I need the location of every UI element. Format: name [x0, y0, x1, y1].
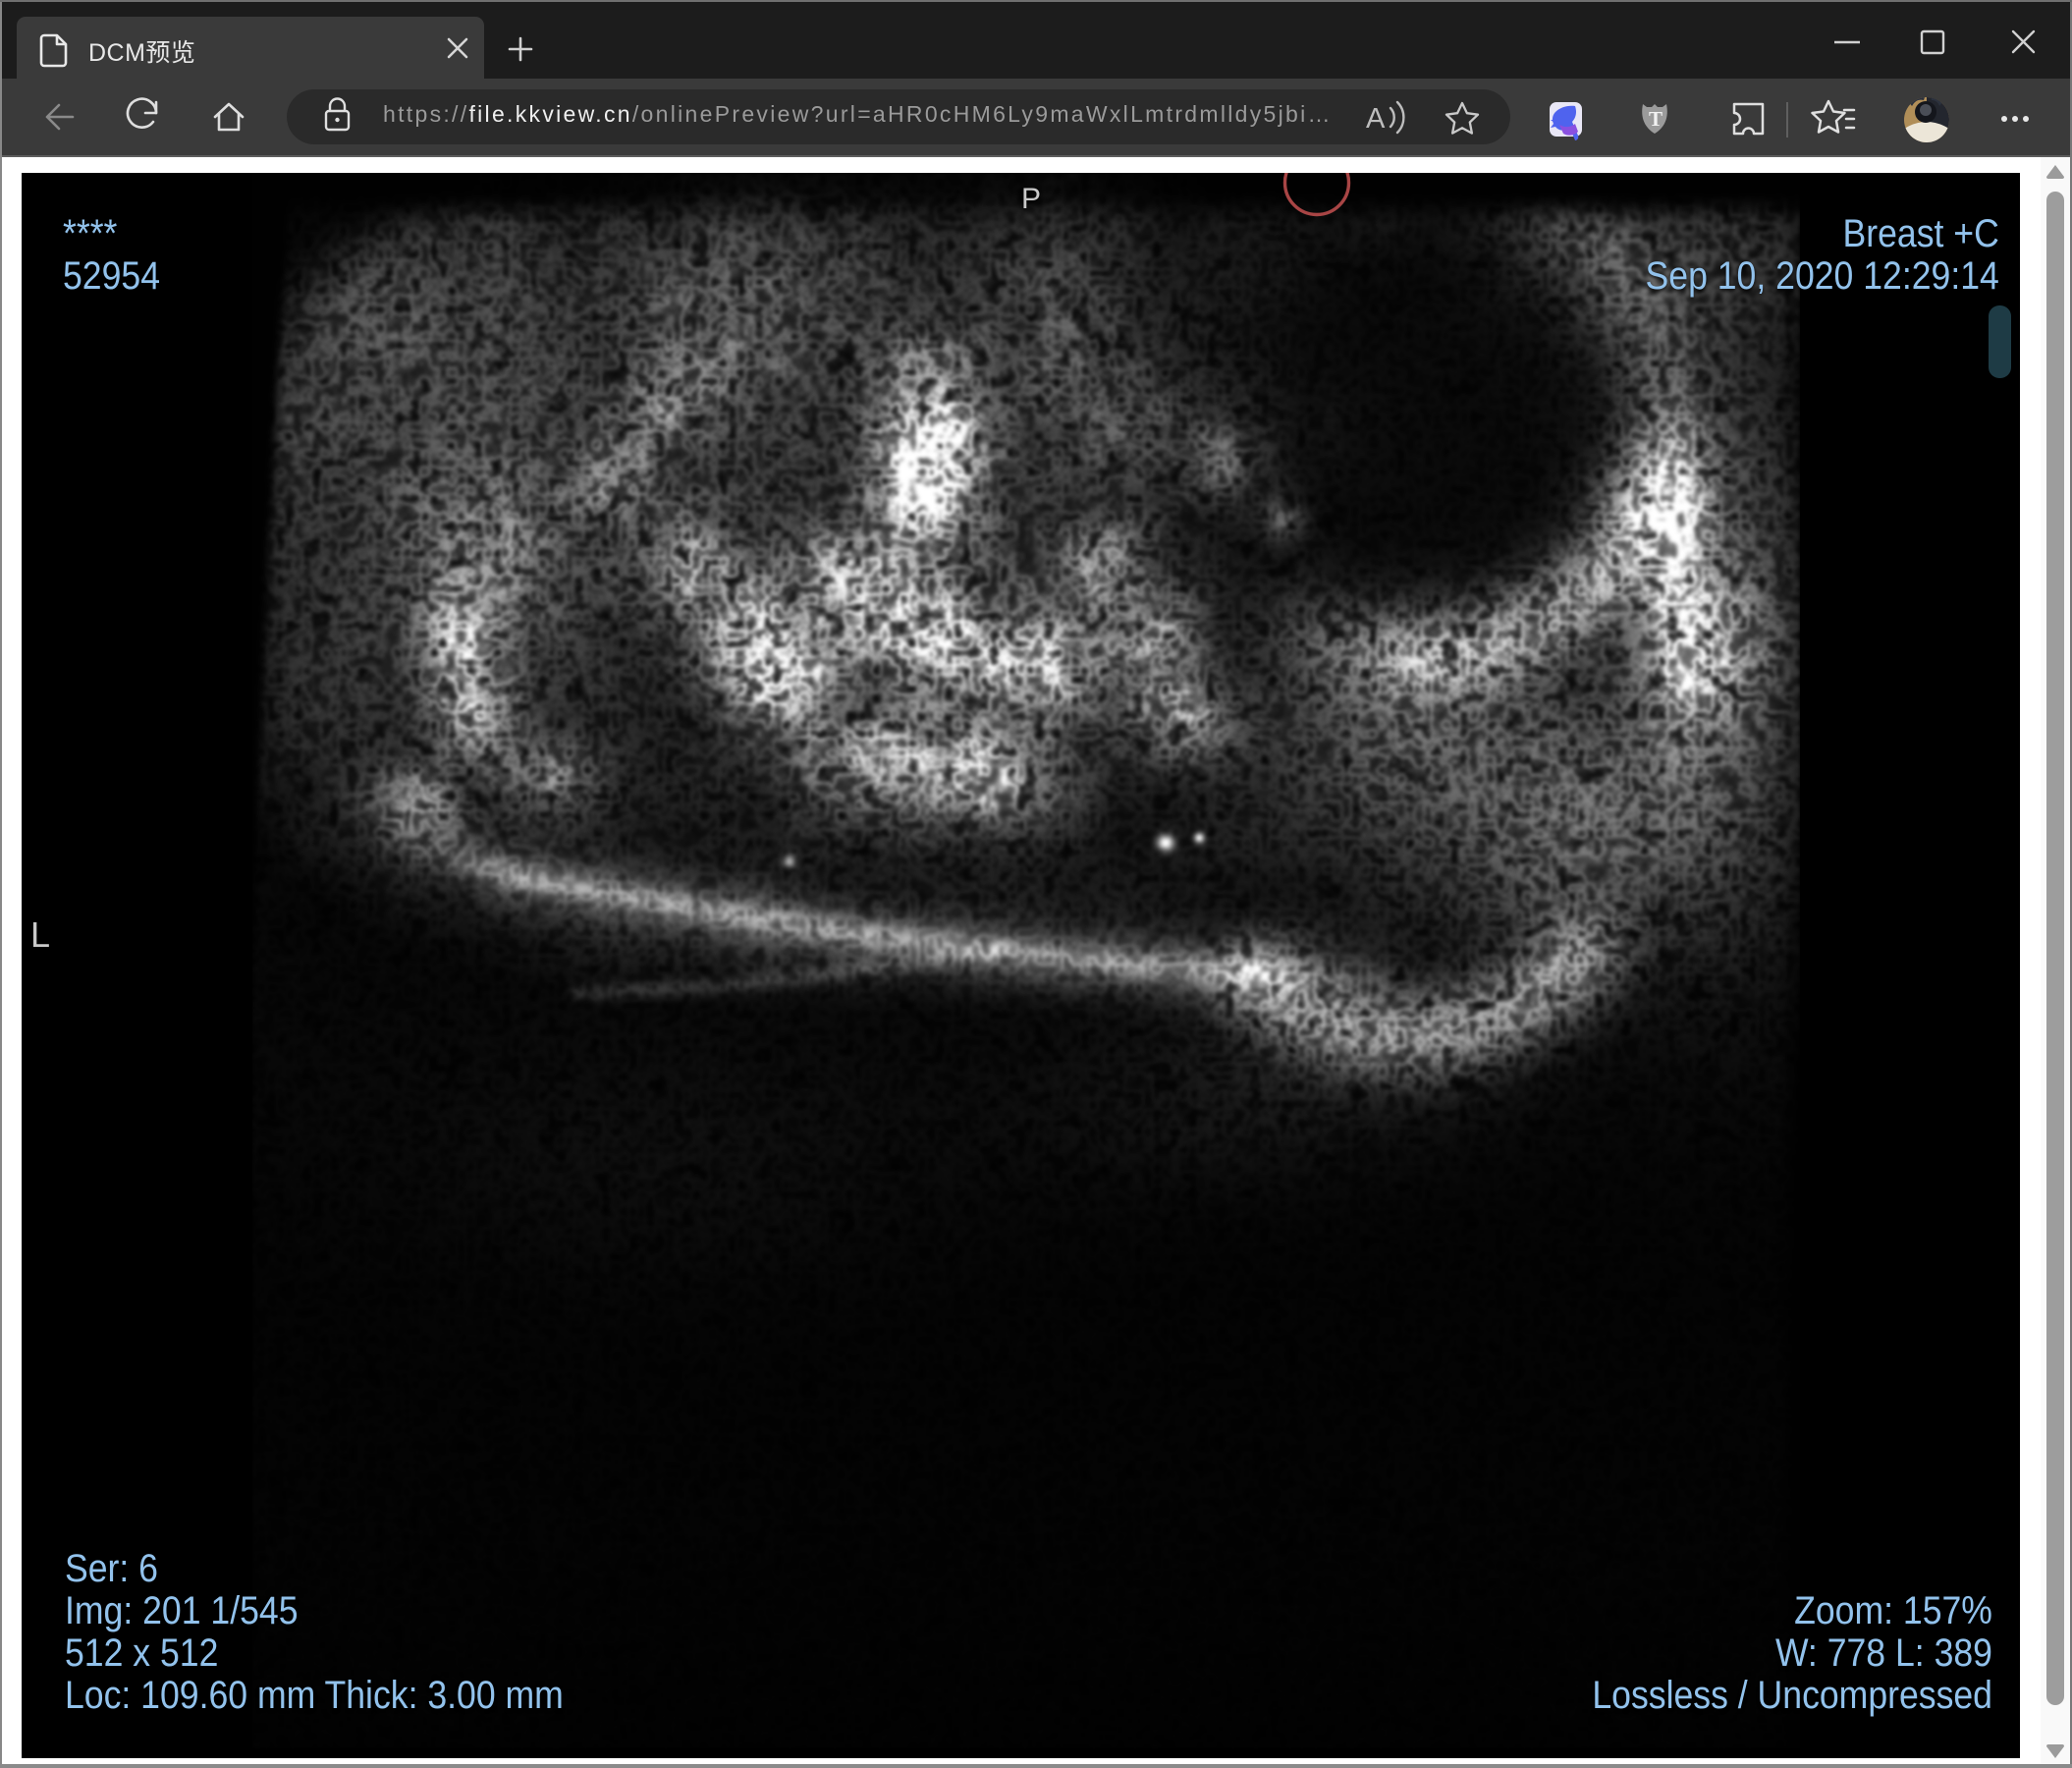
- svg-text:T: T: [1649, 107, 1663, 131]
- svg-text:A: A: [1366, 103, 1386, 135]
